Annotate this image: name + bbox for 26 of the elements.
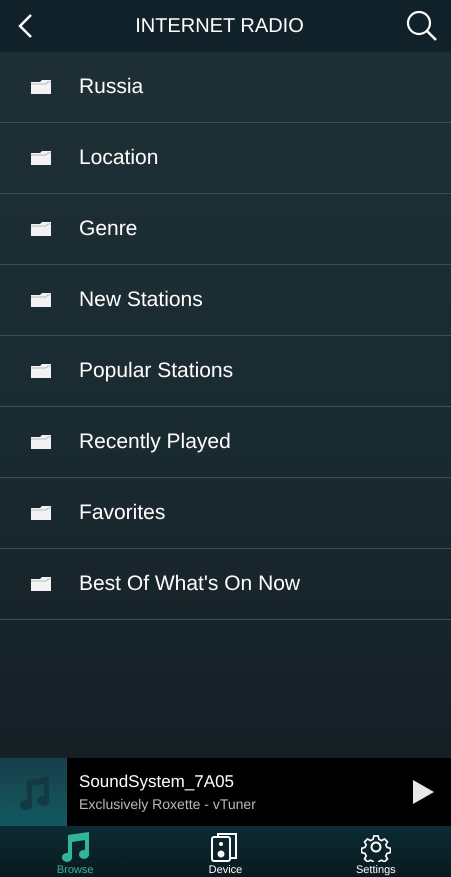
- folder-icon: [30, 292, 52, 308]
- back-icon[interactable]: [16, 13, 34, 39]
- track-info: Exclusively Roxette - vTuner: [79, 796, 257, 814]
- tab[interactable]: Device: [150, 826, 301, 877]
- folder-row[interactable]: Favorites: [0, 478, 451, 549]
- folder-row[interactable]: Best Of What's On Now: [0, 549, 451, 620]
- folder-row[interactable]: Popular Stations: [0, 336, 451, 407]
- folder-icon: [30, 150, 52, 166]
- settings-icon: [360, 832, 391, 862]
- screen-title: INTERNET RADIO: [134, 14, 305, 39]
- folder-icon: [30, 434, 52, 450]
- folder-row[interactable]: Genre: [0, 194, 451, 265]
- folder-icon: [30, 79, 52, 95]
- search-icon[interactable]: [405, 9, 439, 43]
- tab[interactable]: Settings: [300, 826, 451, 877]
- folder-icon: [30, 363, 52, 379]
- folder-row[interactable]: New Stations: [0, 265, 451, 336]
- folder-row[interactable]: Russia: [0, 52, 451, 123]
- folder-row[interactable]: Recently Played: [0, 407, 451, 478]
- folder-icon: [30, 221, 52, 237]
- tab[interactable]: Browse: [0, 826, 150, 877]
- play-icon[interactable]: [411, 779, 435, 805]
- device-name: SoundSystem_7A05: [79, 770, 235, 792]
- folder-icon: [30, 576, 52, 592]
- folder-icon: [30, 505, 52, 521]
- folder-row[interactable]: Location: [0, 123, 451, 194]
